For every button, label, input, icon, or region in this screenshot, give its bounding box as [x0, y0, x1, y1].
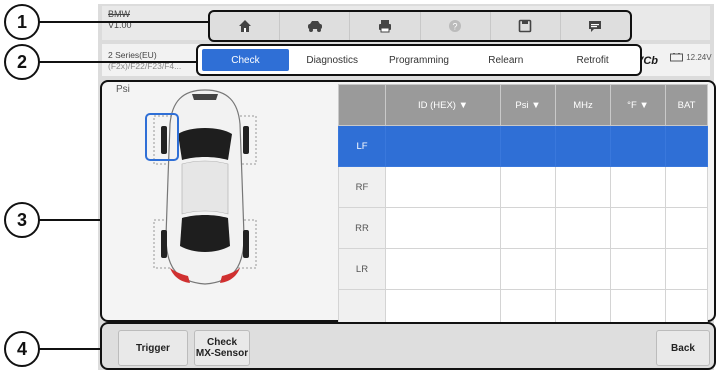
- pressure-unit-label: Psi: [116, 84, 130, 95]
- callout-4: 4: [4, 331, 40, 367]
- cell-mhz: [555, 125, 611, 167]
- tab-diagnostics[interactable]: Diagnostics: [289, 49, 376, 71]
- car-windshield: [178, 128, 232, 160]
- col-header-psi[interactable]: Psi ▼: [500, 84, 556, 126]
- home-icon[interactable]: [210, 12, 281, 40]
- cell-id: [385, 166, 501, 208]
- row-label: RF: [338, 166, 386, 208]
- back-button[interactable]: Back: [656, 330, 710, 366]
- callout-2: 2: [4, 44, 40, 80]
- cell-id: [385, 248, 501, 290]
- col-header-id[interactable]: ID (HEX) ▼: [385, 84, 501, 126]
- vehicle-make: BMW: [108, 9, 130, 19]
- car-roof: [181, 160, 229, 215]
- table-row-rf[interactable]: RF: [338, 166, 708, 208]
- callout-3-leader: [38, 219, 100, 221]
- tab-programming[interactable]: Programming: [376, 49, 463, 71]
- vehicle-icon[interactable]: [280, 12, 351, 40]
- cell-bat: [665, 125, 708, 167]
- check-mx-sensor-button[interactable]: Check MX-Sensor: [194, 330, 250, 366]
- tab-retrofit[interactable]: Retrofit: [549, 49, 636, 71]
- trigger-button-label: Trigger: [136, 342, 170, 354]
- save-icon[interactable]: [491, 12, 561, 40]
- cell-psi: [500, 125, 556, 167]
- cell-temp: [610, 207, 666, 249]
- tire-lf[interactable]: [161, 126, 167, 154]
- row-label: LF: [338, 125, 386, 167]
- bottom-action-bar: [100, 322, 716, 370]
- check-button-label-line1: Check: [206, 337, 237, 348]
- row-label: RR: [338, 207, 386, 249]
- table-row-lf[interactable]: LF: [338, 125, 708, 167]
- car-grille: [192, 94, 218, 100]
- cell-mhz: [555, 207, 611, 249]
- cell-temp: [610, 166, 666, 208]
- svg-text:?: ?: [453, 22, 458, 32]
- cell-psi: [500, 248, 556, 290]
- col-header-mhz: MHz: [555, 84, 611, 126]
- tab-group: Check Diagnostics Programming Relearn Re…: [196, 44, 642, 76]
- col-header-bat: BAT: [665, 84, 708, 126]
- tire-rr[interactable]: [243, 230, 249, 258]
- table-row-lr[interactable]: LR: [338, 248, 708, 290]
- tire-rf[interactable]: [243, 126, 249, 154]
- cell-bat: [665, 166, 708, 208]
- col-header-position: [338, 84, 386, 126]
- cell-temp: [610, 248, 666, 290]
- toolbar-icon-group: ?: [208, 10, 632, 42]
- tab-check[interactable]: Check: [202, 49, 289, 71]
- help-icon[interactable]: ?: [421, 12, 491, 40]
- tire-lr[interactable]: [161, 230, 167, 258]
- cell-mhz: [555, 248, 611, 290]
- col-header-temp[interactable]: °F ▼: [610, 84, 666, 126]
- cell-psi: [500, 207, 556, 249]
- callout-3: 3: [4, 202, 40, 238]
- cell-temp: [610, 125, 666, 167]
- vehicle-model: 2 Series(EU): [108, 50, 157, 60]
- cell-psi: [500, 166, 556, 208]
- callout-4-leader: [38, 348, 100, 350]
- print-icon[interactable]: [350, 12, 421, 40]
- battery-icon: [670, 53, 683, 62]
- car-rear-window: [180, 215, 230, 252]
- cell-mhz: [555, 166, 611, 208]
- trigger-button[interactable]: Trigger: [118, 330, 188, 366]
- battery-voltage: 12.24V: [686, 53, 712, 62]
- car-top-view: [145, 89, 257, 285]
- table-row-rr[interactable]: RR: [338, 207, 708, 249]
- back-button-label: Back: [671, 342, 695, 354]
- sensor-table: ID (HEX) ▼ Psi ▼ MHz °F ▼ BAT LF RF RR L…: [338, 84, 708, 331]
- cell-bat: [665, 207, 708, 249]
- tab-relearn[interactable]: Relearn: [462, 49, 549, 71]
- callout-1: 1: [4, 4, 40, 40]
- cell-bat: [665, 248, 708, 290]
- cell-id: [385, 207, 501, 249]
- vehicle-name: BMW V1.00: [108, 9, 132, 31]
- callout-1-leader: [38, 21, 208, 23]
- cell-id: [385, 125, 501, 167]
- message-icon[interactable]: [561, 12, 630, 40]
- check-button-label-line2: MX-Sensor: [195, 348, 249, 359]
- table-header-row: ID (HEX) ▼ Psi ▼ MHz °F ▼ BAT: [338, 84, 708, 126]
- row-label: LR: [338, 248, 386, 290]
- callout-2-leader: [38, 61, 198, 63]
- battery-status: 12.24V: [670, 53, 712, 62]
